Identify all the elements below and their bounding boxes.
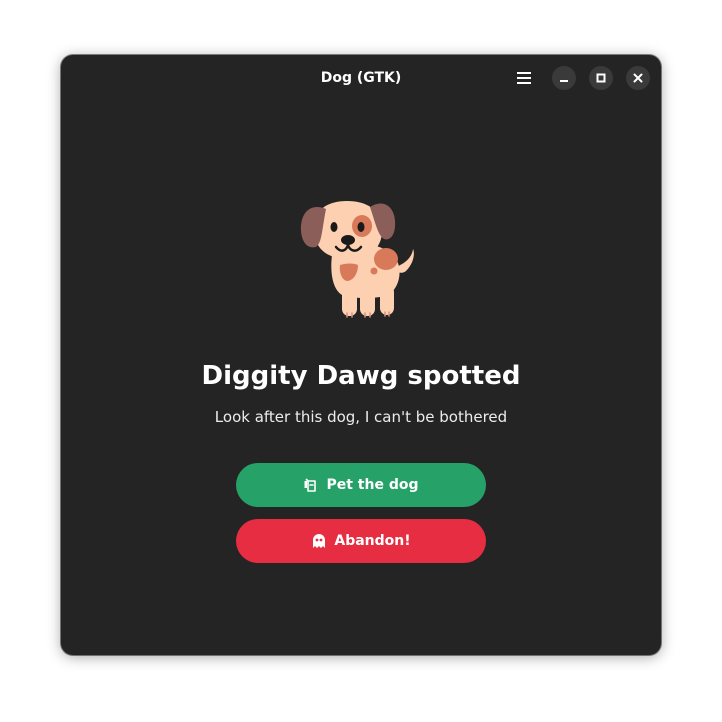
app-window: Dog (GTK) Diggity Dawg spotted Look afte…	[61, 55, 661, 655]
main-menu-button[interactable]	[510, 66, 538, 90]
dog-icon	[300, 201, 414, 318]
close-button[interactable]	[626, 66, 650, 90]
minimize-button[interactable]	[552, 66, 576, 90]
headline: Diggity Dawg spotted	[201, 361, 521, 391]
abandon-label: Abandon!	[334, 533, 411, 549]
header-bar: Dog (GTK)	[61, 55, 661, 101]
minimize-icon	[560, 80, 568, 82]
close-icon	[633, 73, 643, 83]
abandon-button[interactable]: Abandon!	[236, 519, 486, 563]
maximize-icon	[596, 73, 606, 83]
subtitle: Look after this dog, I can't be bothered	[214, 408, 508, 426]
maximize-button[interactable]	[589, 66, 613, 90]
pet-the-dog-button[interactable]: Pet the dog	[236, 463, 486, 507]
hamburger-menu-icon	[517, 72, 531, 84]
ghost-icon	[313, 534, 326, 548]
pet-the-dog-label: Pet the dog	[326, 477, 419, 493]
hand-icon	[304, 478, 317, 492]
